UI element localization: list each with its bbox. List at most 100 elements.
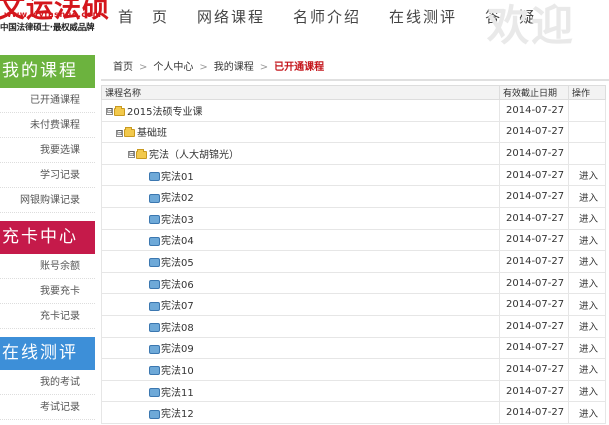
expiry-date: 2014-07-27 [499,337,569,360]
course-name-cell: ⊟ 2015法硕专业课 [101,99,500,122]
sidebar: 我的课程 已开通课程 未付费课程 我要选课 学习记录 网银购课记录 充卡中心 账… [0,55,95,425]
collapse-toggle-icon[interactable]: ⊟ [116,129,123,137]
nav-teachers[interactable]: 名师介绍 [293,6,361,27]
video-course-icon [149,323,160,333]
enter-link[interactable]: 进入 [568,229,606,252]
course-name-cell: 宪法02 [101,185,500,208]
course-name-cell: ⊟ 宪法（人大胡锦光） [101,142,500,165]
table-row: 宪法06 2014-07-27 进入 [101,272,606,295]
course-name: 宪法11 [161,387,194,399]
course-name: 宪法03 [161,214,194,226]
enter-link[interactable]: 进入 [568,272,606,295]
logo-url: www.wyfashuo.com [4,10,102,19]
course-name: 宪法05 [161,257,194,269]
operation-cell [568,142,606,165]
video-course-icon [149,409,160,419]
operation-cell [568,99,606,122]
expiry-date: 2014-07-27 [499,401,569,424]
sidebar-item-recharge[interactable]: 我要充卡 [0,279,95,304]
sidebar-head-my-courses: 我的课程 [0,55,95,88]
folder-icon [114,105,125,116]
sidebar-head-card-center: 充卡中心 [0,221,95,254]
enter-link[interactable]: 进入 [568,164,606,187]
breadcrumb-separator: > [199,62,208,73]
video-course-icon [149,215,160,225]
video-course-icon [149,301,160,311]
site-header: 文运法硕 www.wyfashuo.com 中国法律硕士·最权威品牌 首 页 网… [0,0,609,50]
sidebar-item-select-courses[interactable]: 我要选课 [0,138,95,163]
video-course-icon [149,193,160,203]
breadcrumb-personal-center[interactable]: 个人中心 [153,62,193,73]
enter-link[interactable]: 进入 [568,401,606,424]
table-row: 宪法04 2014-07-27 进入 [101,229,606,252]
course-name-cell: 宪法12 [101,401,500,424]
sidebar-item-my-exams[interactable]: 我的考试 [0,370,95,395]
expiry-date: 2014-07-27 [499,229,569,252]
sidebar-item-exam-records[interactable]: 考试记录 [0,395,95,420]
collapse-toggle-icon[interactable]: ⊟ [106,108,113,116]
table-row: 宪法07 2014-07-27 进入 [101,293,606,316]
course-name[interactable]: 2015法硕专业课 [127,107,202,118]
course-name-cell: 宪法01 [101,164,500,187]
collapse-toggle-icon[interactable]: ⊟ [128,151,135,159]
breadcrumb-current: 已开通课程 [274,62,325,73]
course-name: 宪法07 [161,301,194,313]
column-header-operation: 操作 [568,85,606,100]
breadcrumb-home[interactable]: 首页 [113,62,133,73]
expiry-date: 2014-07-27 [499,99,569,122]
enter-link[interactable]: 进入 [568,185,606,208]
table-row: ⊟ 宪法（人大胡锦光） 2014-07-27 [101,142,606,165]
nav-online-test[interactable]: 在线测评 [389,6,457,27]
course-name: 宪法01 [161,171,194,183]
table-row: 宪法03 2014-07-27 进入 [101,207,606,230]
video-course-icon [149,344,160,354]
enter-link[interactable]: 进入 [568,358,606,381]
course-name: 宪法10 [161,365,194,377]
course-name[interactable]: 基础班 [137,128,167,139]
table-row: 宪法05 2014-07-27 进入 [101,250,606,273]
table-row: 宪法12 2014-07-27 进入 [101,401,606,424]
enter-link[interactable]: 进入 [568,380,606,403]
enter-link[interactable]: 进入 [568,250,606,273]
table-row: 宪法08 2014-07-27 进入 [101,315,606,338]
expiry-date: 2014-07-27 [499,207,569,230]
expiry-date: 2014-07-27 [499,164,569,187]
nav-online-courses[interactable]: 网络课程 [197,6,265,27]
sidebar-item-study-records[interactable]: 学习记录 [0,163,95,188]
enter-link[interactable]: 进入 [568,315,606,338]
course-name-cell: 宪法03 [101,207,500,230]
course-name-cell: 宪法07 [101,293,500,316]
sidebar-item-recharge-records[interactable]: 充卡记录 [0,304,95,329]
sidebar-item-unpaid-courses[interactable]: 未付费课程 [0,113,95,138]
main-content: 首页 > 个人中心 > 我的课程 > 已开通课程 课程名称 有效截止日期 操作 ⊟ 2015法… [101,55,609,425]
table-row: ⊟ 基础班 2014-07-27 [101,121,606,144]
breadcrumb-separator: > [139,62,148,73]
column-header-course-name: 课程名称 [101,85,500,100]
course-name-cell: 宪法05 [101,250,500,273]
course-name: 宪法02 [161,193,194,205]
table-header-row: 课程名称 有效截止日期 操作 [101,85,606,100]
expiry-date: 2014-07-27 [499,315,569,338]
course-name[interactable]: 宪法（人大胡锦光） [149,150,239,161]
expiry-date: 2014-07-27 [499,142,569,165]
enter-link[interactable]: 进入 [568,293,606,316]
column-header-expiry-date: 有效截止日期 [499,85,569,100]
sidebar-item-opened-courses[interactable]: 已开通课程 [0,88,95,113]
sidebar-item-bank-purchase-records[interactable]: 网银购课记录 [0,188,95,213]
enter-link[interactable]: 进入 [568,207,606,230]
nav-home[interactable]: 首 页 [118,6,169,27]
enter-link[interactable]: 进入 [568,337,606,360]
expiry-date: 2014-07-27 [499,250,569,273]
sidebar-item-balance[interactable]: 账号余额 [0,254,95,279]
course-table-body: ⊟ 2015法硕专业课 2014-07-27 ⊟ 基础班 2014-07-27 ⊟ 宪法（人大… [101,99,606,424]
folder-icon [136,148,147,159]
table-row: 宪法11 2014-07-27 进入 [101,380,606,403]
breadcrumb-separator: > [259,62,269,73]
expiry-date: 2014-07-27 [499,121,569,144]
expiry-date: 2014-07-27 [499,358,569,381]
video-course-icon [149,258,160,268]
course-name-cell: 宪法04 [101,229,500,252]
breadcrumb-my-courses[interactable]: 我的课程 [214,62,254,73]
